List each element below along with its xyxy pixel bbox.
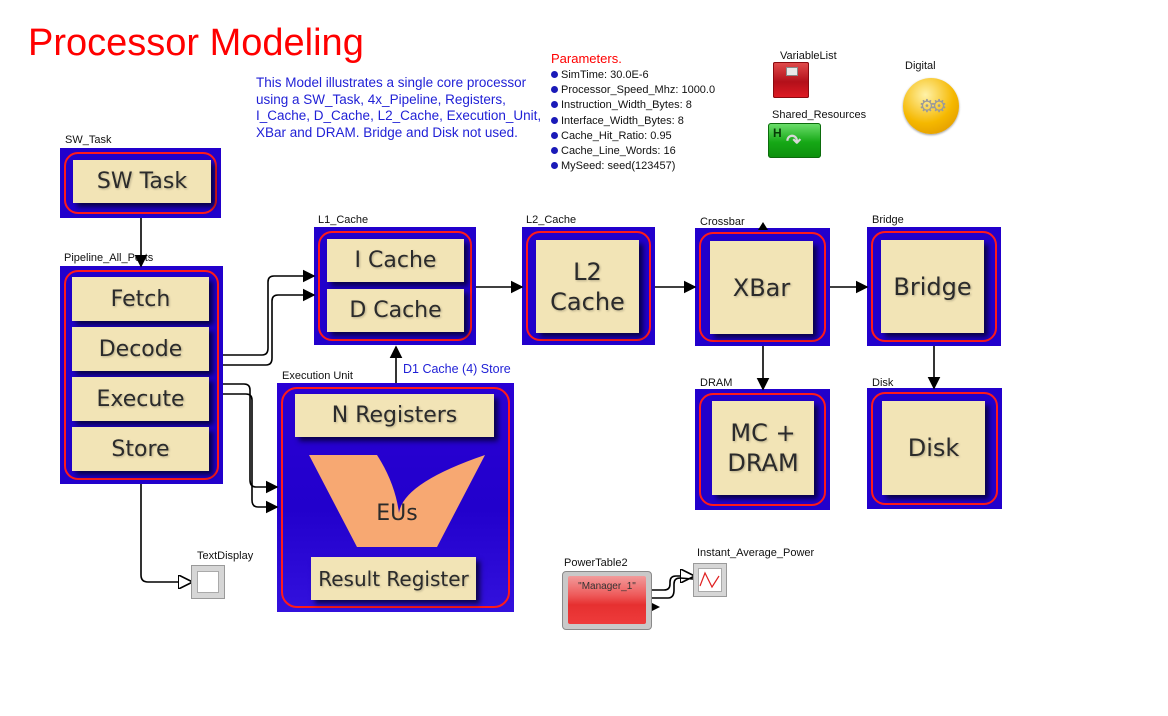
text-display-screen [197, 571, 219, 593]
power-table-value: "Manager_1" [568, 576, 646, 624]
text-display-icon[interactable] [191, 565, 225, 599]
text-display-label: TextDisplay [197, 550, 254, 562]
scope-plot-icon[interactable] [693, 563, 727, 597]
instant-average-power-label: Instant_Average_Power [697, 547, 815, 559]
wire-execute-eu1 [223, 383, 279, 494]
power-table-label: PowerTable2 [564, 557, 628, 569]
sine-wave-icon [699, 571, 720, 589]
power-port-3 [652, 603, 660, 611]
power-table-block[interactable]: "Manager_1" [562, 571, 652, 630]
wire-decode-icache [223, 269, 316, 356]
wire-power-scope2 [652, 577, 694, 599]
scope-screen [698, 568, 722, 592]
crossbar-top-port [758, 222, 768, 230]
wire-store-textdisplay [140, 484, 191, 582]
